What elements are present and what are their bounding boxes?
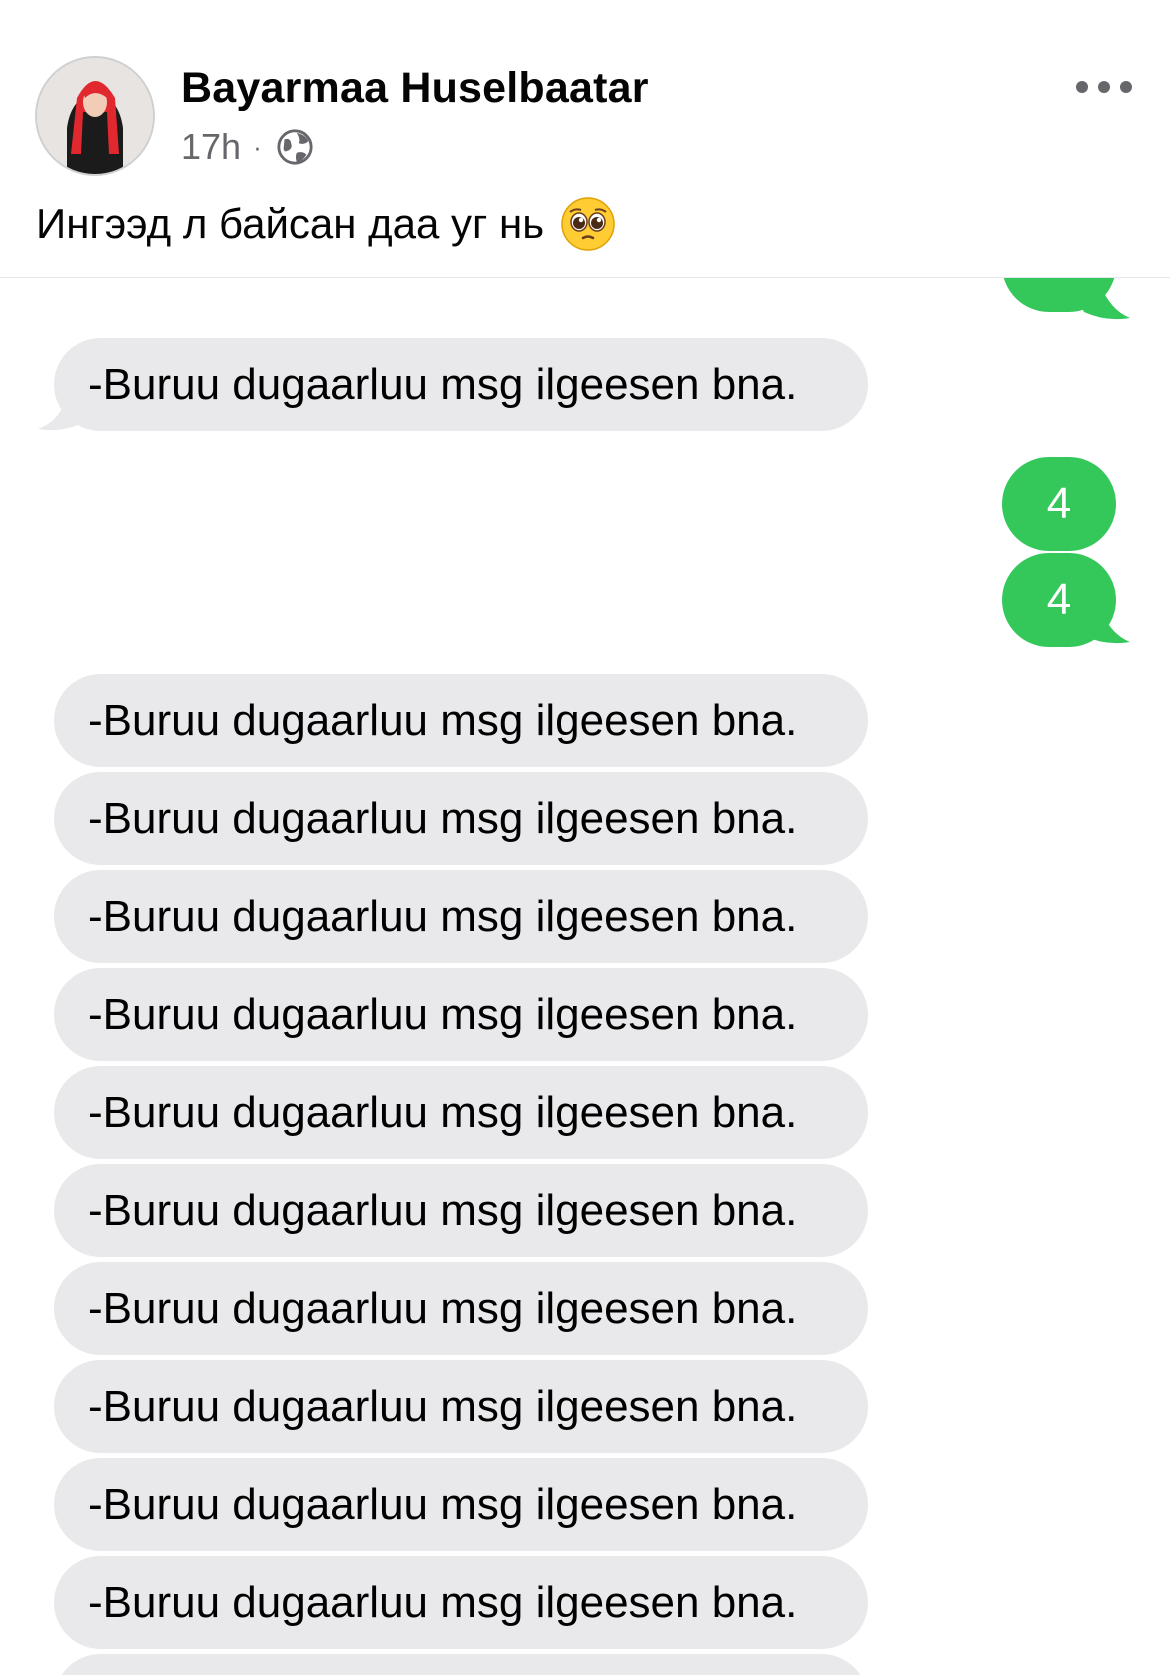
- received-message[interactable]: -Buruu dugaarluu msg ilgeesen bna.: [54, 1262, 868, 1355]
- received-message[interactable]: -Buruu dugaarluu msg ilgeesen bna.: [54, 1458, 868, 1551]
- received-message[interactable]: -Buruu dugaarluu msg ilgeesen bna.: [54, 968, 868, 1061]
- author-name[interactable]: Bayarmaa Huselbaatar: [181, 64, 649, 113]
- sent-bubble-tail: [1070, 608, 1130, 644]
- sent-bubble-tail: [1070, 284, 1130, 320]
- chat-screenshot: -Buruu dugaarluu msg ilgeesen bna. 4 4 -…: [0, 278, 1170, 1675]
- avatar[interactable]: [35, 56, 155, 176]
- received-message[interactable]: -Buruu dugaarluu msg ilgeesen bna.: [54, 338, 868, 431]
- received-message[interactable]: -Buruu dugaarluu msg ilgeesen bna.: [54, 1360, 868, 1453]
- received-message[interactable]: -Buruu dugaarluu msg ilgeesen bna.: [54, 1066, 868, 1159]
- post-caption: Ингээд л байсан даа уг нь: [36, 196, 616, 252]
- received-message[interactable]: -Buruu dugaarluu msg ilgeesen bna.: [54, 1556, 868, 1649]
- received-message[interactable]: -Buruu dugaarluu msg ilgeesen bna.: [54, 1164, 868, 1257]
- caption-text: Ингээд л байсан даа уг нь: [36, 200, 545, 247]
- avatar-photo: [37, 58, 153, 174]
- post-header: Bayarmaa Huselbaatar 17h · Ингээд л байс…: [0, 0, 1170, 278]
- received-message-partial: [54, 1654, 868, 1675]
- post-time[interactable]: 17h: [181, 126, 241, 168]
- sent-message[interactable]: 4: [1002, 457, 1116, 551]
- received-message[interactable]: -Buruu dugaarluu msg ilgeesen bna.: [54, 870, 868, 963]
- meta-separator: ·: [253, 131, 262, 162]
- pleading-face-emoji-icon: [561, 197, 615, 251]
- post-meta: 17h ·: [181, 126, 314, 168]
- globe-icon[interactable]: [276, 128, 314, 166]
- more-options-button[interactable]: [1076, 70, 1132, 104]
- received-message[interactable]: -Buruu dugaarluu msg ilgeesen bna.: [54, 772, 868, 865]
- more-dots-icon: [1076, 81, 1088, 93]
- facebook-post: Bayarmaa Huselbaatar 17h · Ингээд л байс…: [0, 0, 1170, 1675]
- received-message[interactable]: -Buruu dugaarluu msg ilgeesen bna.: [54, 674, 868, 767]
